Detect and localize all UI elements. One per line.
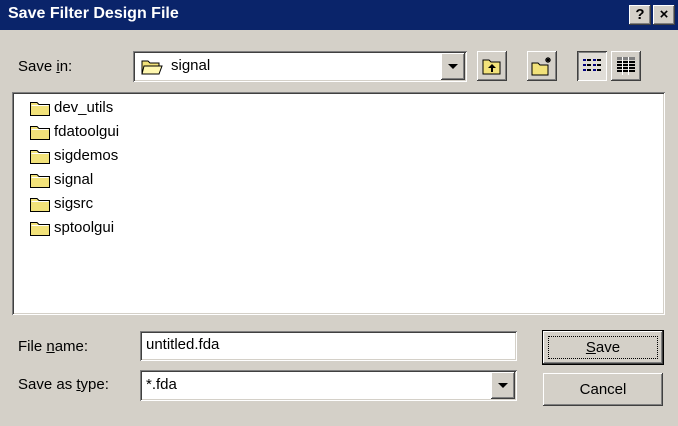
open-folder-icon — [141, 60, 163, 75]
file-name: sptoolgui — [54, 219, 115, 236]
list-view-icon — [583, 59, 601, 71]
create-new-folder-icon — [531, 57, 551, 76]
save-as-type-dropdown[interactable]: *.fda — [140, 370, 517, 401]
dialog-title: Save Filter Design File — [8, 5, 179, 22]
up-one-level-button[interactable] — [477, 51, 507, 81]
folder-icon — [30, 150, 50, 164]
save-as-type-dropdown-arrow[interactable] — [491, 372, 515, 399]
file-name-label: File name: — [18, 338, 89, 355]
save-as-type-value: *.fda — [146, 376, 177, 393]
file-name: dev_utils — [54, 99, 114, 116]
title-bar[interactable]: Save Filter Design File ? × — [0, 0, 678, 30]
folder-icon — [30, 198, 50, 212]
folder-icon — [30, 126, 50, 140]
file-name: sigsrc — [54, 195, 94, 212]
file-list[interactable]: dev_utils fdatoolgui sigdemos signal sig… — [12, 92, 665, 315]
folder-icon — [30, 222, 50, 236]
cancel-button[interactable]: Cancel — [543, 373, 663, 406]
details-view-icon — [617, 57, 635, 75]
file-name: sigdemos — [54, 147, 119, 164]
create-new-folder-button[interactable] — [527, 51, 557, 81]
details-view-button[interactable] — [611, 51, 641, 81]
save-as-type-label: Save as type: — [18, 376, 109, 393]
save-in-label: Save in: — [18, 58, 73, 75]
list-view-button[interactable] — [577, 51, 607, 81]
file-name-value: untitled.fda — [146, 336, 220, 353]
folder-icon — [30, 174, 50, 188]
file-name: signal — [54, 171, 94, 188]
help-button[interactable]: ? — [629, 5, 651, 25]
save-in-dropdown[interactable]: signal — [133, 51, 467, 82]
folder-icon — [30, 102, 50, 116]
up-one-level-icon — [482, 59, 501, 75]
save-in-dropdown-arrow[interactable] — [441, 53, 465, 80]
file-name-input[interactable]: untitled.fda — [140, 331, 517, 361]
close-button[interactable]: × — [653, 5, 675, 25]
file-name: fdatoolgui — [54, 123, 120, 140]
save-button[interactable]: Save — [543, 331, 663, 364]
save-in-value: signal — [171, 57, 211, 74]
save-button-label: Save — [548, 336, 658, 359]
